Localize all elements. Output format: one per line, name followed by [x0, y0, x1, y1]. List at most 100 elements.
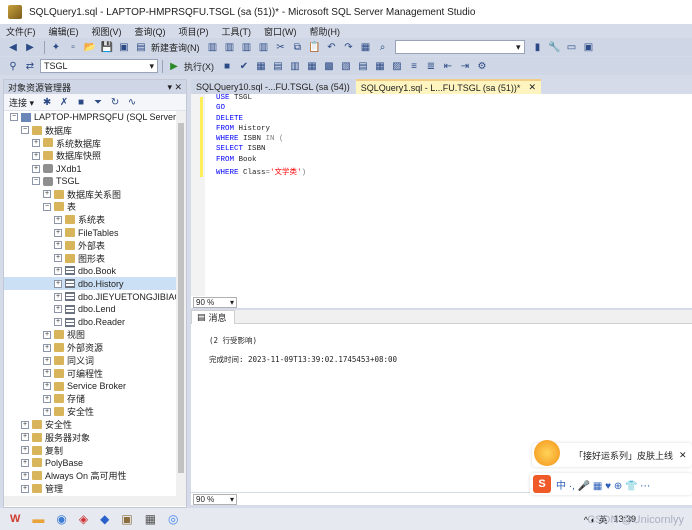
menu-window[interactable]: 窗口(W) — [264, 25, 297, 38]
open-file-icon[interactable]: 📂 — [83, 40, 97, 54]
collapse-icon[interactable]: − — [10, 113, 18, 122]
parse-icon[interactable]: ✔ — [237, 59, 251, 73]
redo-icon[interactable]: ↷ — [342, 40, 356, 54]
expand-icon[interactable]: + — [32, 151, 40, 160]
expand-icon[interactable]: + — [21, 484, 29, 493]
uncomment-icon[interactable]: ≣ — [424, 59, 438, 73]
expand-icon[interactable]: + — [54, 292, 62, 301]
expand-icon[interactable]: + — [21, 446, 29, 455]
expand-icon[interactable]: + — [43, 369, 51, 378]
collapse-icon[interactable]: − — [43, 202, 51, 211]
connect-icon[interactable]: ⚲ — [6, 59, 20, 73]
results-file-icon[interactable]: ▨ — [390, 59, 404, 73]
copy-icon[interactable]: ⧉ — [291, 40, 305, 54]
expand-icon[interactable]: + — [32, 164, 40, 173]
menu-tools[interactable]: 工具(T) — [222, 25, 252, 38]
new-project-icon[interactable]: ✦ — [49, 40, 63, 54]
expand-icon[interactable]: + — [21, 433, 29, 442]
tree-node[interactable]: + 安全性 — [4, 405, 186, 418]
expand-icon[interactable]: + — [43, 382, 51, 391]
menu-project[interactable]: 项目(P) — [179, 25, 209, 38]
add-item-icon[interactable]: ▫ — [66, 40, 80, 54]
stop-icon[interactable]: ■ — [220, 59, 234, 73]
expand-icon[interactable]: + — [54, 254, 62, 263]
search-combo[interactable]: ▾ — [394, 40, 525, 54]
tab-sqlquery10[interactable]: SQLQuery10.sql -...FU.TSGL (sa (54)) — [191, 79, 355, 94]
tree-node[interactable]: − 数据库 — [4, 124, 186, 137]
tree-node[interactable]: + 可编程性 — [4, 367, 186, 380]
menu-view[interactable]: 视图(V) — [92, 25, 122, 38]
tree-node[interactable]: + 同义词 — [4, 354, 186, 367]
include-plan-icon[interactable]: ▦ — [305, 59, 319, 73]
filter-icon[interactable]: ⏷ — [91, 95, 105, 109]
display-plan-icon[interactable]: ▦ — [254, 59, 268, 73]
tree-node[interactable]: + 安全性 — [4, 418, 186, 431]
chrome-icon[interactable]: ◎ — [168, 512, 178, 526]
wps-icon[interactable]: W — [10, 513, 20, 525]
expand-icon[interactable]: + — [43, 190, 51, 199]
new-query-icon[interactable]: ▤ — [134, 40, 148, 54]
editor-zoom-select[interactable]: 90 % ▾ — [193, 296, 237, 308]
taskbar-app-icon[interactable]: ◆ — [100, 512, 109, 526]
tree-node[interactable]: + dbo.Reader — [4, 316, 186, 329]
scrollbar-thumb[interactable] — [178, 123, 184, 473]
xmla-query-icon[interactable]: ▥ — [240, 40, 254, 54]
collapse-icon[interactable]: − — [21, 126, 29, 135]
tree-node[interactable]: + 复制 — [4, 444, 186, 457]
save-icon[interactable]: 💾 — [100, 40, 114, 54]
results-text-icon[interactable]: ▤ — [356, 59, 370, 73]
specify-values-icon[interactable]: ⚙ — [475, 59, 489, 73]
tree-node[interactable]: + 数据库快照 — [4, 149, 186, 162]
wrench-icon[interactable]: 🔧 — [548, 40, 562, 54]
connect-server-icon[interactable]: ✱ — [40, 95, 54, 109]
expand-icon[interactable]: + — [43, 394, 51, 403]
menu-help[interactable]: 帮助(H) — [310, 25, 341, 38]
expand-icon[interactable]: + — [54, 305, 62, 314]
ime-toolbar[interactable]: S 中 ·, 🎤 ▦ ♥ ⊕ 👕 ⋯ — [530, 473, 692, 495]
change-connection-icon[interactable]: ⇄ — [23, 59, 37, 73]
tree-node[interactable]: + 服务器对象 — [4, 431, 186, 444]
tree-node[interactable]: + 图形表 — [4, 252, 186, 265]
edge-icon[interactable]: ◉ — [56, 512, 66, 526]
tree-node[interactable]: + 管理 — [4, 482, 186, 495]
expand-icon[interactable]: + — [21, 458, 29, 467]
tree-node[interactable]: + PolyBase — [4, 457, 186, 470]
tree-node[interactable]: + FileTables — [4, 226, 186, 239]
find-icon[interactable]: ⌕ — [376, 40, 390, 54]
decrease-indent-icon[interactable]: ⇤ — [441, 59, 455, 73]
menu-query[interactable]: 查询(Q) — [135, 25, 166, 38]
tree-node[interactable]: + 数据库关系图 — [4, 188, 186, 201]
stop-icon[interactable]: ■ — [74, 95, 88, 109]
window-icon[interactable]: ▣ — [582, 40, 596, 54]
panel-pin-close-icons[interactable]: ▾ ✕ — [167, 82, 182, 93]
expand-icon[interactable]: + — [21, 471, 29, 480]
properties-icon[interactable]: ▮ — [531, 40, 545, 54]
dmx-query-icon[interactable]: ▥ — [223, 40, 237, 54]
expand-icon[interactable]: + — [43, 407, 51, 416]
execute-icon[interactable]: ▶ — [167, 59, 181, 73]
increase-indent-icon[interactable]: ⇥ — [458, 59, 472, 73]
tab-messages[interactable]: ▤ 消息 — [191, 310, 235, 324]
undo-icon[interactable]: ↶ — [325, 40, 339, 54]
taskbar-app-icon[interactable]: ◈ — [79, 512, 88, 526]
tree-node[interactable]: + 外部资源 — [4, 341, 186, 354]
menu-edit[interactable]: 编辑(E) — [49, 25, 79, 38]
tree-node[interactable]: + dbo.History — [4, 277, 186, 291]
expand-icon[interactable]: + — [54, 228, 62, 237]
solution-icon[interactable]: ▦ — [359, 40, 373, 54]
query-designer-icon[interactable]: ▤ — [271, 59, 285, 73]
tree-node[interactable]: + 存储 — [4, 393, 186, 406]
tree-node[interactable]: + JXdb1 — [4, 162, 186, 175]
execute-button[interactable]: 执行(X) — [184, 60, 214, 73]
client-stats-icon[interactable]: ▧ — [339, 59, 353, 73]
disconnect-icon[interactable]: ✗ — [57, 95, 71, 109]
paste-icon[interactable]: 📋 — [308, 40, 322, 54]
expand-icon[interactable]: + — [54, 279, 62, 288]
tree-node[interactable]: + 视图 — [4, 329, 186, 342]
menu-file[interactable]: 文件(F) — [6, 25, 36, 38]
tree-node[interactable]: + dbo.JIEYUETONGJIBIAO — [4, 290, 186, 303]
tree-node[interactable]: − TSGL — [4, 175, 186, 188]
tree-node[interactable]: + Always On 高可用性 — [4, 469, 186, 482]
ssms-taskbar-icon[interactable]: ▣ — [121, 512, 132, 526]
sql-editor[interactable]: USE TSGL GO DELETE FROM History WHERE ISBN I… — [191, 94, 692, 296]
